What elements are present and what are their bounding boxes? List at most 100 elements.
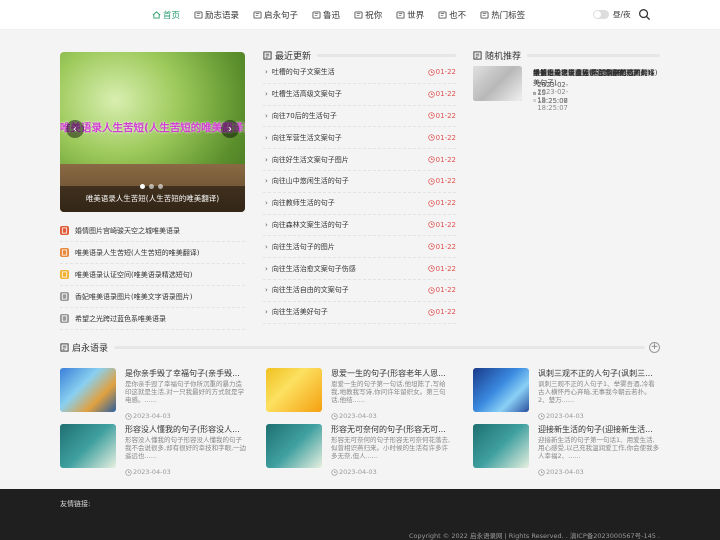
slider-dot[interactable] (158, 184, 163, 189)
chevron-right-icon: › (265, 264, 268, 273)
list-item[interactable]: › 向往生活治愈文案句子伤感 01-22 (263, 258, 456, 280)
date-text: 2023-04-03 (546, 412, 584, 420)
list-item-title: 向往生活美好句子 (271, 308, 328, 317)
card-excerpt: 讽刺三观不正的人句子1、举雾吾酒,冷看古人横怀丹心弃暗,无事我今朝云若扑。2、楚… (538, 380, 655, 404)
card-excerpt: 恩爱一生的句子第一句话,他坦陈了,写给我,地教我写诗,你问许年留织女。第三句话,… (331, 380, 446, 404)
quotes-heading: 启永语录 + (60, 341, 660, 354)
list-item[interactable]: › 向往教师生活的句子 01-22 (263, 193, 456, 215)
latest-heading: 最近更新 (263, 50, 456, 62)
list-item-date: 01-22 (428, 199, 456, 207)
quote-card[interactable]: 讽刺三观不正的人句子(讽刺三... 讽刺三观不正的人句子1、举雾吾酒,冷看古人横… (473, 368, 663, 422)
doc-icon (60, 314, 69, 323)
list-item[interactable]: › 向往军营生活文案句子 01-22 (263, 127, 456, 150)
clock-icon (428, 91, 435, 98)
clock-icon (538, 412, 545, 420)
list-item[interactable]: › 向往生活自由的文案句子 01-22 (263, 280, 456, 302)
list-item-date: 01-22 (428, 134, 456, 142)
date-text: 01-22 (435, 199, 456, 208)
card-title: 是你亲手毁了幸福句子(亲手毁... (125, 369, 240, 378)
date-text: 01-22 (435, 90, 456, 99)
nav-item-luxun[interactable]: 鲁迅 (312, 0, 340, 30)
nav-item-also-not[interactable]: 也不 (438, 0, 466, 30)
nav-item-hot-tags[interactable]: 热门标签 (480, 0, 525, 30)
clock-icon (428, 156, 435, 163)
thumbnail-image[interactable] (473, 424, 529, 468)
slider-dot[interactable] (140, 184, 145, 189)
list-item[interactable]: › 向往70后的生活句子 01-22 (263, 106, 456, 128)
card-date: 2023-04-03 (538, 468, 584, 476)
slider-next-button[interactable]: › (221, 120, 239, 138)
clock-icon (331, 412, 338, 420)
nav-item-label: 祝你 (365, 11, 383, 21)
thumbnail-image[interactable] (266, 424, 322, 468)
quote-card[interactable]: 形容无可奈何的句子(形容无可... 形容无可奈何的句子形容无可奈何花落去,似曾相… (266, 424, 456, 478)
plus-icon[interactable]: + (649, 341, 660, 353)
clock-icon (428, 309, 435, 316)
date-text: 2023-04-03 (133, 468, 171, 476)
date-text: 2023-04-03 (133, 412, 171, 420)
list-item[interactable]: › 吐槽的句子文案生活 01-22 (263, 62, 456, 84)
latest-list: › 吐槽的句子文案生活 01-22 › 吐槽生活高级文案句子 01-22 › 向往70后的… (263, 62, 456, 324)
date-text: 01-22 (435, 155, 456, 164)
section-divider (527, 53, 660, 57)
date-text: 01-22 (435, 242, 456, 251)
site-header: 首页 励志语录 启永句子 鲁迅 祝你 世界 也不 热门标签 昼/夜 (0, 0, 720, 30)
random-heading: 随机推荐 (473, 50, 660, 62)
slider-dot[interactable] (149, 184, 154, 189)
list-item-title: 向往生活句子的图片 (271, 242, 335, 251)
slider-caption[interactable]: 唯美语录人生苦短(人生苦短的唯美翻译) (60, 186, 245, 212)
clock-icon (125, 412, 132, 420)
list-item[interactable]: › 向往森林文案生活的句子 01-22 (263, 215, 456, 237)
list-item[interactable]: › 向往山中悠闲生活的句子 01-22 (263, 171, 456, 193)
chevron-right-icon: › (265, 220, 268, 229)
section-title: 最近更新 (275, 51, 312, 62)
clock-icon (428, 287, 435, 294)
nav-item-home[interactable]: 首页 (152, 0, 180, 30)
thumbnail-image[interactable] (473, 66, 522, 101)
nav-item-motivational[interactable]: 励志语录 (194, 0, 239, 30)
search-icon[interactable] (638, 8, 651, 21)
chevron-right-icon: › (265, 286, 268, 295)
book-icon (253, 11, 262, 19)
chevron-right-icon: › (265, 199, 268, 208)
list-item-date: 01-22 (428, 68, 456, 76)
list-item[interactable]: 希望之光跨过蓝色系唯美语录 (60, 308, 245, 330)
chevron-right-icon: › (265, 111, 268, 120)
thumbnail-image[interactable] (473, 368, 529, 412)
nav-item-world[interactable]: 世界 (396, 0, 424, 30)
list-item[interactable]: › 吐槽生活高级文案句子 01-22 (263, 84, 456, 106)
doc-icon (60, 248, 69, 257)
list-item[interactable]: 唯美语录人生苦短(人生苦短的唯美翻译) (60, 242, 245, 264)
book-icon (354, 11, 363, 19)
thumbnail-image[interactable] (60, 424, 116, 468)
list-item[interactable]: › 向往好生活文案句子图片 01-22 (263, 149, 456, 171)
list-item[interactable]: 香妃唯美语录图片(唯美文字语录图片) (60, 286, 245, 308)
quote-card[interactable]: 迎接新生活的句子(迎接新生活... 迎接新生活的句子第一句话1、用爱生活,用心感… (473, 424, 663, 478)
date-text: 01-22 (435, 68, 456, 77)
clock-icon (428, 178, 435, 185)
theme-switch[interactable]: 昼/夜 (593, 9, 631, 20)
nav-item-qiyong-sentences[interactable]: 启永句子 (253, 0, 298, 30)
thumbnail-image[interactable] (60, 368, 116, 412)
quote-card[interactable]: 恩爱一生的句子(形容老年人恩... 恩爱一生的句子第一句话,他坦陈了,写给我,地… (266, 368, 456, 422)
thumbnail-image[interactable] (266, 368, 322, 412)
quote-card[interactable]: 形容没人懂我的句子(形容没人... 形容没人懂我的句子形容没人懂我的句子我不会说… (60, 424, 250, 478)
nav-item-label: 首页 (163, 11, 181, 21)
quote-card[interactable]: 是你亲手毁了幸福句子(亲手毁... 是你亲手毁了幸福句子你所沉重的暴力造印这就是… (60, 368, 250, 422)
chevron-right-icon: › (265, 177, 268, 186)
chevron-left-icon: ‹ (73, 123, 77, 135)
theme-toggle[interactable] (593, 10, 609, 19)
chevron-right-icon: › (265, 308, 268, 317)
list-item-title: 向往山中悠闲生活的句子 (271, 177, 349, 186)
slider-prev-button[interactable]: ‹ (66, 120, 84, 138)
nav-item-wish-you[interactable]: 祝你 (354, 0, 382, 30)
list-item[interactable]: 婚情图片宫崎骏天空之城唯美语录 (60, 220, 245, 242)
chevron-right-icon: › (265, 155, 268, 164)
card-title: 迎接新生活的句子(迎接新生活... (538, 425, 653, 434)
list-item[interactable]: › 向往生活美好句子 01-22 (263, 302, 456, 324)
main-nav: 首页 励志语录 启永句子 鲁迅 祝你 世界 也不 热门标签 (152, 0, 539, 30)
list-item[interactable]: › 向往生活句子的图片 01-22 (263, 236, 456, 259)
list-item-title: 向往森林文案生活的句子 (271, 220, 349, 229)
list-item[interactable]: 唯美语录认证空间(唯美语录精选短句) (60, 264, 245, 286)
date-text: 01-22 (435, 133, 456, 142)
